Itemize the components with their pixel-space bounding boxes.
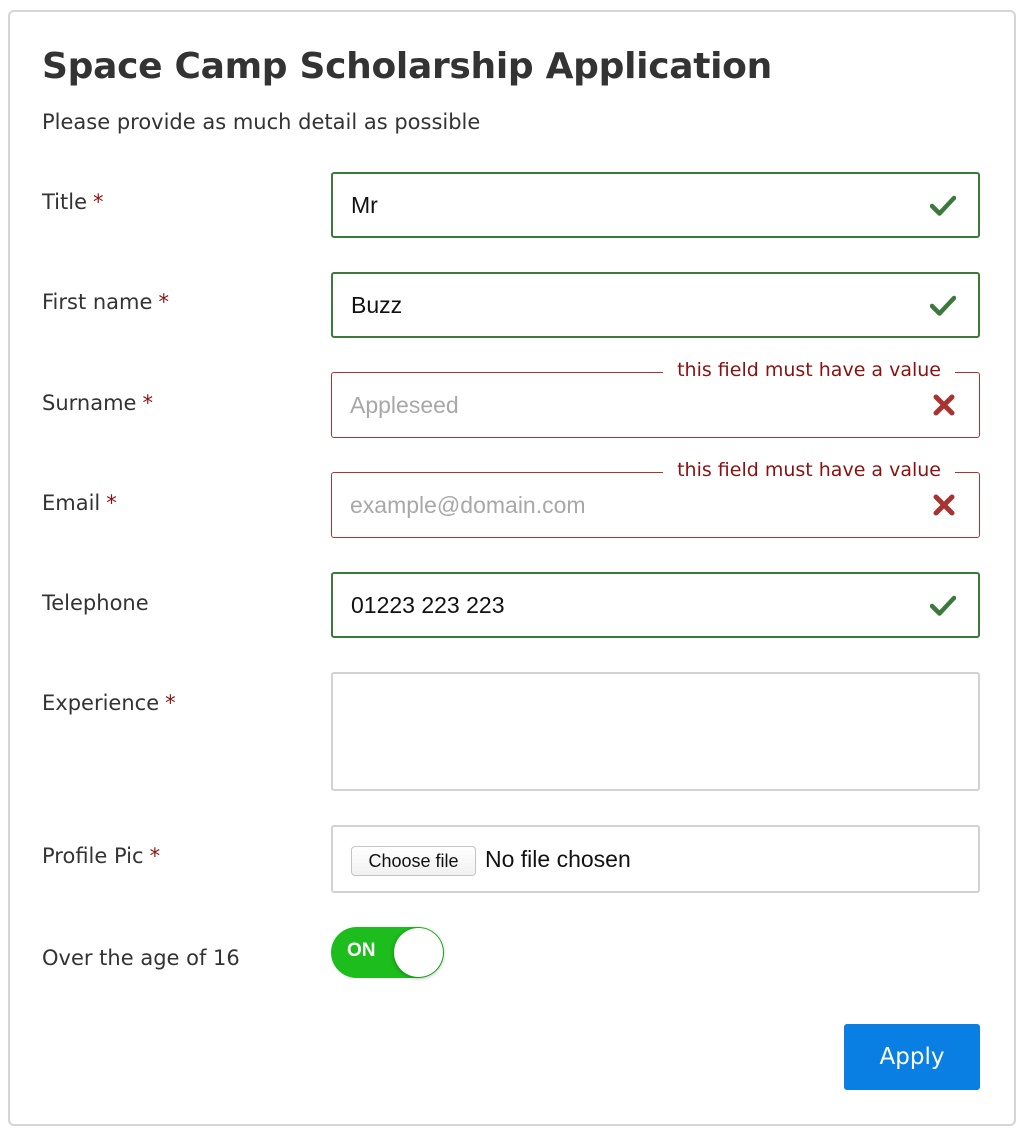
required-marker: * bbox=[142, 391, 153, 415]
check-icon bbox=[930, 195, 956, 216]
over-16-label-text: Over the age of 16 bbox=[42, 946, 240, 970]
telephone-label-text: Telephone bbox=[42, 591, 149, 615]
apply-button[interactable]: Apply bbox=[844, 1024, 980, 1090]
required-marker: * bbox=[158, 290, 169, 314]
file-status-text: No file chosen bbox=[485, 846, 631, 872]
title-label: Title * bbox=[42, 190, 104, 214]
profile-pic-field: Choose file No file chosen bbox=[331, 825, 980, 893]
cross-icon bbox=[933, 394, 955, 416]
surname-label: Surname * bbox=[42, 391, 153, 415]
email-label: Email * bbox=[42, 491, 117, 515]
telephone-input[interactable] bbox=[351, 574, 911, 636]
toggle-knob[interactable] bbox=[394, 928, 443, 977]
surname-input[interactable] bbox=[350, 373, 910, 437]
title-field bbox=[331, 172, 980, 238]
experience-label-text: Experience bbox=[42, 691, 160, 715]
title-input[interactable] bbox=[351, 174, 911, 236]
required-marker: * bbox=[93, 190, 104, 214]
profile-pic-label: Profile Pic * bbox=[42, 844, 160, 868]
experience-textarea[interactable] bbox=[331, 672, 980, 791]
check-icon bbox=[930, 595, 956, 616]
page-subtitle: Please provide as much detail as possibl… bbox=[42, 110, 481, 134]
first-name-label-text: First name bbox=[42, 290, 153, 314]
over-16-label: Over the age of 16 bbox=[42, 946, 240, 970]
first-name-field bbox=[331, 272, 980, 338]
choose-file-button[interactable]: Choose file bbox=[351, 846, 476, 876]
telephone-field bbox=[331, 572, 980, 638]
title-label-text: Title bbox=[42, 190, 88, 214]
experience-label: Experience * bbox=[42, 691, 176, 715]
email-label-text: Email bbox=[42, 491, 101, 515]
first-name-label: First name * bbox=[42, 290, 169, 314]
cross-icon bbox=[933, 494, 955, 516]
telephone-label: Telephone bbox=[42, 591, 149, 615]
email-field: this field must have a value bbox=[331, 457, 980, 538]
profile-pic-label-text: Profile Pic bbox=[42, 844, 144, 868]
surname-field: this field must have a value bbox=[331, 357, 980, 438]
toggle-state-text: ON bbox=[347, 940, 376, 961]
required-marker: * bbox=[106, 491, 117, 515]
surname-label-text: Surname bbox=[42, 391, 137, 415]
check-icon bbox=[930, 295, 956, 316]
required-marker: * bbox=[149, 844, 161, 868]
email-input[interactable] bbox=[350, 473, 910, 537]
page-title: Space Camp Scholarship Application bbox=[42, 46, 772, 87]
required-marker: * bbox=[165, 691, 176, 715]
first-name-input[interactable] bbox=[351, 274, 911, 336]
over-16-toggle[interactable]: ON bbox=[331, 927, 444, 978]
